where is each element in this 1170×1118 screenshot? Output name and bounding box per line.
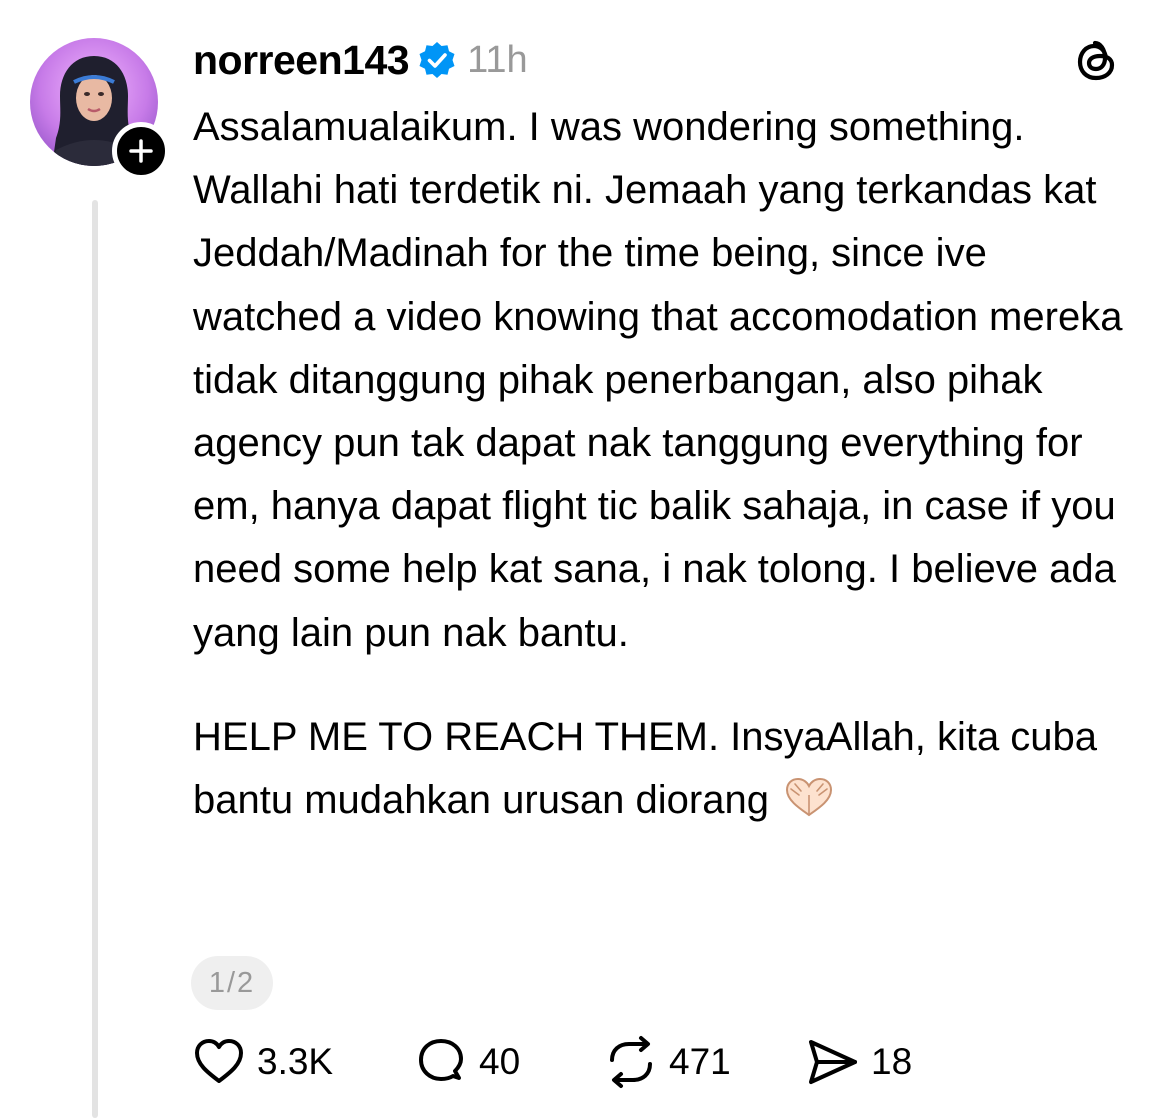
repost-button[interactable]: 471 <box>603 1032 731 1092</box>
heart-hands-emoji-icon <box>785 778 832 817</box>
reply-count: 40 <box>479 1041 521 1082</box>
reply-button[interactable]: 40 <box>413 1032 520 1092</box>
follow-button[interactable] <box>112 122 170 180</box>
thread-pager: 1/2 <box>191 956 273 1010</box>
repost-count: 471 <box>669 1041 731 1082</box>
heart-icon <box>195 1039 243 1083</box>
username[interactable]: norreen143 <box>193 37 410 84</box>
action-bar: 3.3K 40 471 18 <box>191 1032 1091 1092</box>
repost-icon <box>610 1036 652 1088</box>
thread-line <box>92 200 98 1118</box>
share-button[interactable]: 18 <box>805 1032 912 1092</box>
plus-icon <box>129 139 153 163</box>
like-count: 3.3K <box>257 1041 334 1082</box>
send-icon <box>809 1040 857 1084</box>
post-text-paragraph-2-text: HELP ME TO REACH THEM. InsyaAllah, kita … <box>193 714 1098 823</box>
threads-logo-icon[interactable] <box>1072 36 1122 86</box>
like-button[interactable]: 3.3K <box>191 1032 333 1092</box>
verified-badge-icon <box>419 42 455 78</box>
post-header: norreen143 11h <box>193 32 528 88</box>
post-body: Assalamualaikum. I was wondering somethi… <box>193 96 1143 832</box>
avatar-container[interactable] <box>30 38 170 180</box>
share-count: 18 <box>871 1041 913 1082</box>
comment-icon <box>419 1039 463 1081</box>
post-text-paragraph-2: HELP ME TO REACH THEM. InsyaAllah, kita … <box>193 706 1143 832</box>
post-time: 11h <box>467 38 528 81</box>
post-text-paragraph-1: Assalamualaikum. I was wondering somethi… <box>193 105 1123 655</box>
